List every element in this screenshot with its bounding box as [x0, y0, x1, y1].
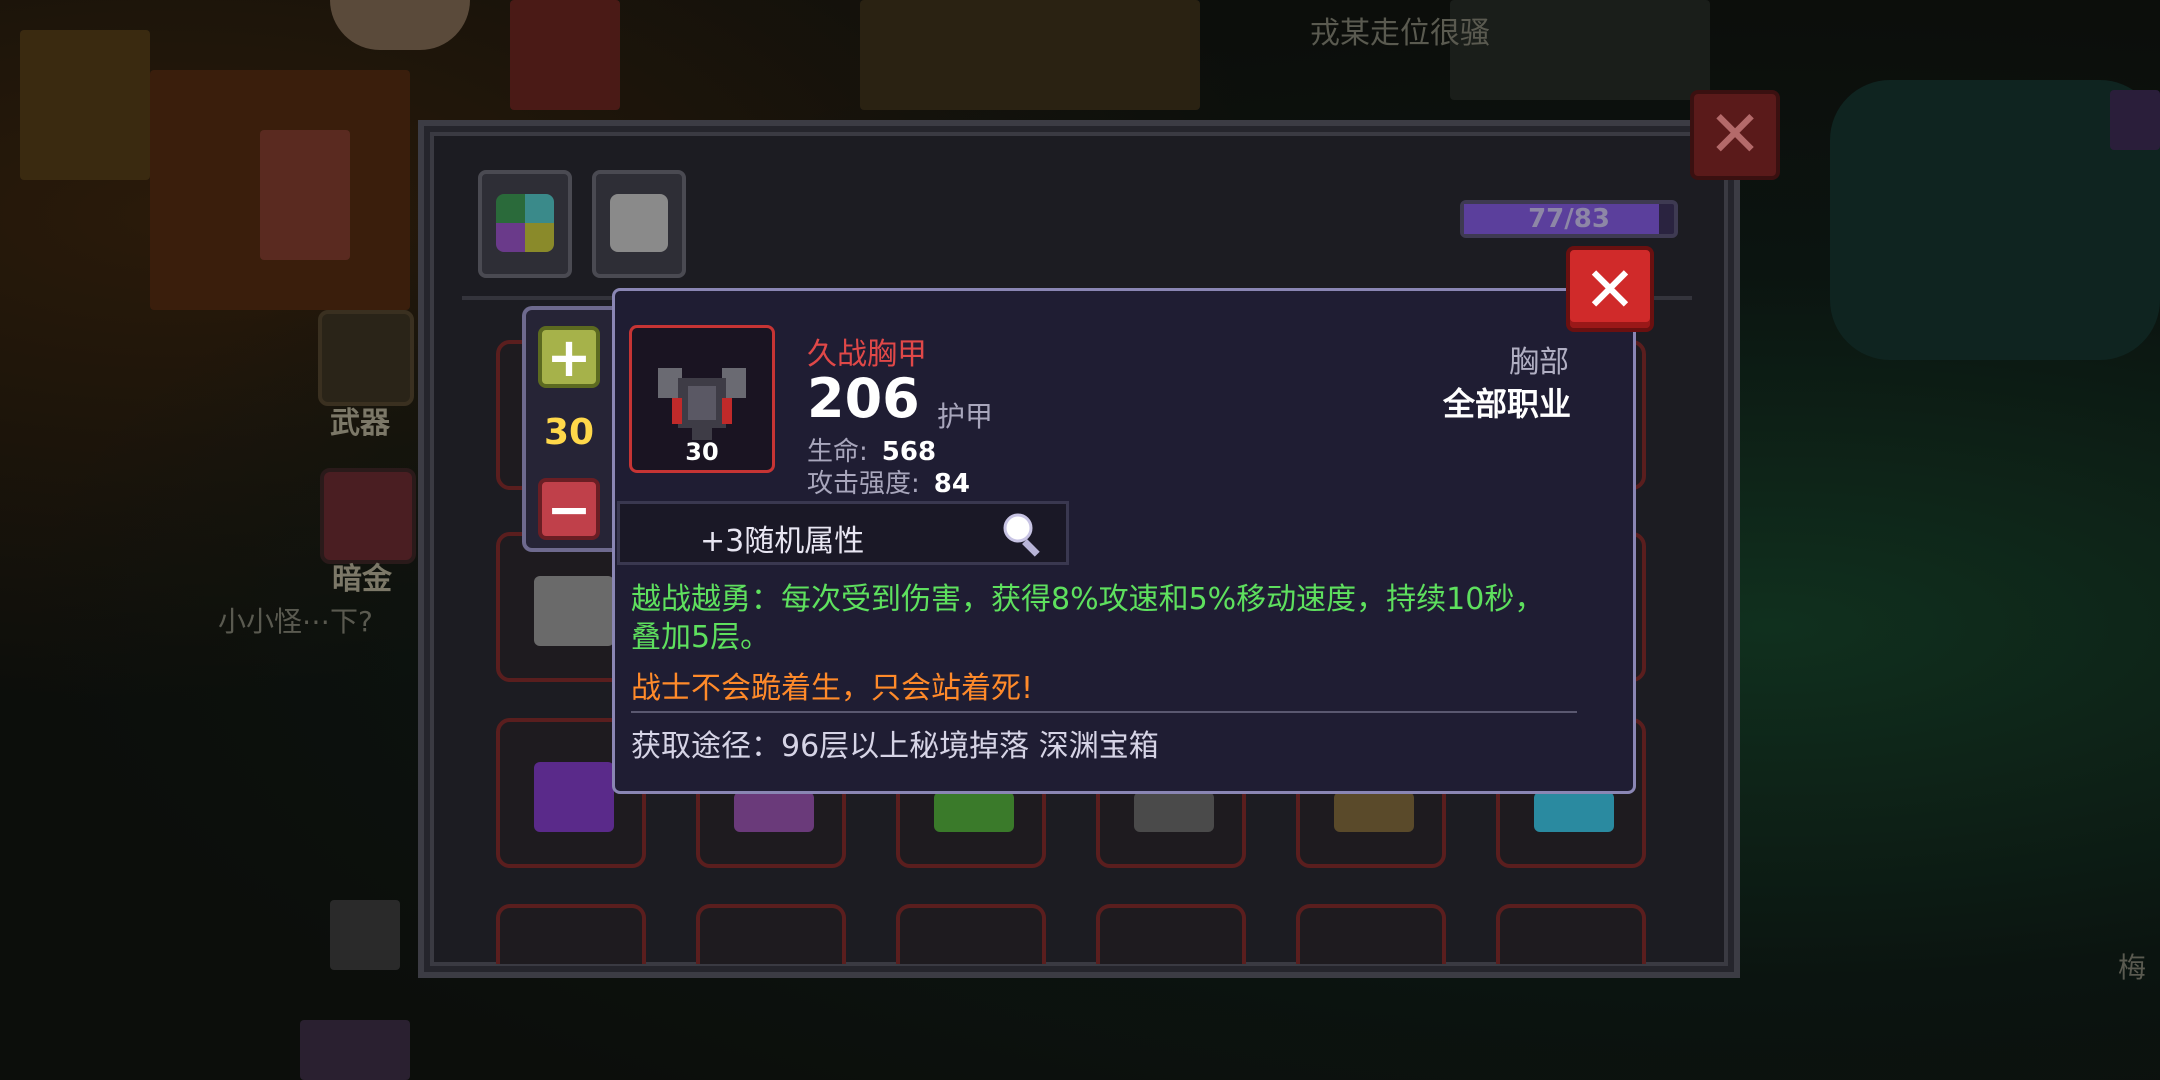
stat-label: 攻击强度: — [807, 469, 920, 499]
weapon-label: 武器 — [330, 406, 390, 441]
bunny-npc-icon — [260, 130, 350, 260]
armor-value: 206 — [807, 367, 920, 430]
tooltip-divider — [631, 711, 1577, 713]
effect-description: 越战越勇：每次受到伤害，获得8%攻速和5%移动速度，持续10秒，叠加5层。 — [631, 582, 1545, 655]
tab-all-items[interactable] — [478, 170, 572, 278]
wizard-hat-icon — [300, 1020, 410, 1080]
inventory-slot[interactable] — [696, 904, 846, 964]
chest-icon — [510, 0, 620, 110]
boots-item-icon — [534, 576, 614, 646]
boots-blue-item-icon — [1534, 792, 1614, 832]
tooltip-close-button[interactable]: ✕ — [1566, 246, 1654, 332]
random-attribute-label: +3随机属性 — [700, 524, 865, 559]
acquire-source: 获取途径：96层以上秘境掉落 深渊宝箱 — [631, 729, 1159, 764]
boots-purple-item-icon — [734, 792, 814, 832]
stepper-value: 30 — [543, 412, 595, 453]
flavor-text: 战士不会跪着生，只会站着死! — [631, 671, 1034, 706]
armor-label: 护甲 — [937, 400, 994, 433]
inventory-slot[interactable] — [896, 904, 1046, 964]
random-attribute-row[interactable]: +3随机属性 — [617, 501, 1069, 565]
minus-button[interactable]: − — [538, 478, 600, 541]
plus-button[interactable]: + — [538, 326, 600, 389]
avatar-bear-icon — [330, 0, 470, 50]
boots-green-item-icon — [934, 792, 1014, 832]
cape-item-icon — [534, 762, 614, 832]
tab-armor[interactable] — [592, 170, 686, 278]
darkgold-slot-button[interactable] — [320, 468, 416, 564]
npc-right-icon — [2110, 90, 2160, 150]
quantity-stepper: + 30 − — [522, 306, 612, 552]
outer-close-button[interactable]: ✕ — [1690, 90, 1780, 180]
capacity-bar: 77/83 — [1460, 200, 1678, 238]
inventory-slot[interactable] — [1296, 904, 1446, 964]
inventory-slot[interactable] — [496, 904, 646, 964]
item-tooltip: 30 久战胸甲 206 护甲 生命: 568 攻击强度: 84 胸部 全部职业 +3… — [612, 288, 1636, 794]
darkgold-label: 暗金 — [332, 562, 392, 597]
player-name-right: 梅 — [2118, 951, 2147, 984]
player-name-left: 小小怪⋯下? — [218, 605, 373, 638]
player-name-label: 戎某走位很骚 — [1310, 16, 1490, 51]
weapon-slot-button[interactable] — [318, 310, 414, 406]
shop-stall-icon — [20, 30, 150, 180]
inventory-slot[interactable] — [1096, 904, 1246, 964]
boots-red-item-icon — [1134, 792, 1214, 832]
stat-value: 84 — [933, 469, 970, 499]
grid-icon — [496, 194, 554, 252]
tv-icon — [330, 900, 400, 970]
class-requirement: 全部职业 — [1442, 385, 1571, 423]
boots-brown-item-icon — [1334, 792, 1414, 832]
item-icon-frame: 30 — [629, 325, 775, 473]
magnifier-icon[interactable] — [1000, 510, 1050, 560]
armor-icon — [610, 194, 668, 252]
capacity-text: 77/83 — [1528, 204, 1610, 234]
inventory-slot[interactable] — [1496, 904, 1646, 964]
item-level: 30 — [685, 438, 719, 466]
equip-slot-type: 胸部 — [1509, 345, 1569, 380]
stat-row-attack: 攻击强度: 84 — [807, 463, 970, 500]
building-icon — [860, 0, 1200, 110]
